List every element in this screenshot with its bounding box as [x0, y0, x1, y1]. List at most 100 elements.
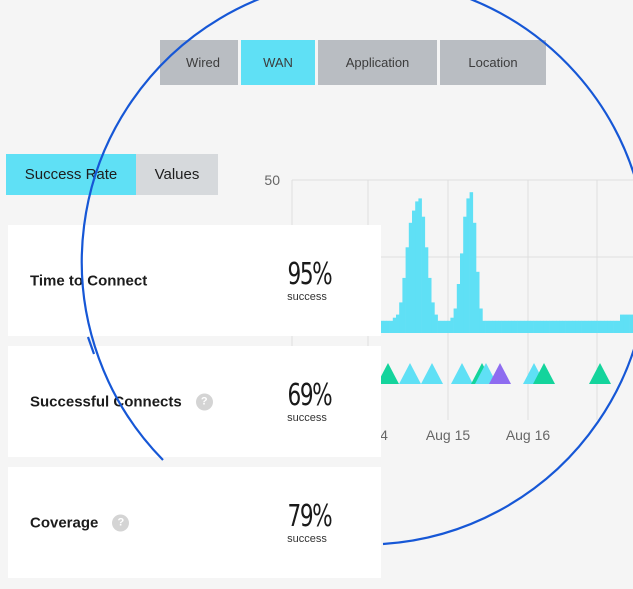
x-tick-label: Aug 15: [426, 427, 471, 443]
area-bar: [412, 210, 416, 333]
area-bar: [559, 320, 563, 333]
area-bar: [616, 320, 621, 333]
area-bar: [600, 320, 605, 333]
area-bar: [402, 277, 406, 333]
successful-connects-label: Successful Connects ?: [30, 393, 213, 410]
area-bar: [578, 320, 582, 333]
area-bar: [421, 216, 426, 333]
area-bar: [392, 317, 397, 333]
x-tick-label: Aug 16: [506, 427, 551, 443]
successful-connects-unit: success: [287, 411, 327, 424]
area-bar: [495, 320, 499, 333]
area-bar: [572, 320, 576, 333]
area-bar: [488, 320, 493, 333]
area-bar: [424, 247, 429, 333]
area-bar: [466, 198, 470, 333]
area-bar: [552, 320, 557, 333]
area-bar: [511, 320, 515, 333]
area-bar: [469, 192, 474, 333]
area-bar: [517, 320, 522, 333]
coverage-label: Coverage ?: [30, 514, 130, 531]
area-bar: [501, 320, 506, 333]
tab-wan[interactable]: WAN: [241, 40, 315, 85]
area-bar: [456, 284, 461, 333]
coverage-unit: success: [287, 532, 327, 545]
chart-event-markers: [377, 363, 611, 384]
area-bar: [607, 320, 611, 333]
successful-connects-metric: 69% success: [280, 377, 334, 424]
area-bar: [549, 320, 554, 333]
coverage-metric: 79% success: [280, 498, 334, 545]
time-to-connect-unit: success: [287, 290, 327, 303]
area-bar: [434, 314, 438, 333]
area-bar: [620, 314, 624, 333]
area-bar: [415, 201, 419, 333]
area-bar: [472, 222, 477, 333]
time-to-connect-card[interactable]: Time to Connect 95% success: [8, 225, 381, 336]
area-bar: [591, 320, 595, 333]
tab-location[interactable]: Location: [440, 40, 546, 85]
area-bar: [581, 320, 586, 333]
event-marker[interactable]: [399, 363, 421, 384]
x-tick-label: 4: [380, 427, 388, 443]
area-bar: [527, 320, 531, 333]
successful-connects-label-text: Successful Connects: [30, 393, 182, 410]
area-bar: [562, 320, 566, 333]
event-marker[interactable]: [589, 363, 611, 384]
values-toggle-button[interactable]: Values: [136, 154, 218, 195]
area-bar: [610, 320, 614, 333]
area-bar: [437, 320, 442, 333]
area-bar: [604, 320, 608, 333]
area-bar: [492, 320, 496, 333]
area-bar: [453, 308, 458, 333]
y-tick-label: 50: [264, 172, 280, 188]
event-marker[interactable]: [489, 363, 511, 384]
tab-application[interactable]: Application: [318, 40, 437, 85]
area-bar: [504, 320, 509, 333]
area-bar: [514, 320, 518, 333]
area-bar: [463, 216, 467, 333]
area-bar: [405, 247, 410, 333]
area-bar: [520, 320, 525, 333]
area-bar: [626, 314, 630, 333]
area-bar: [629, 314, 633, 333]
area-bar: [588, 320, 592, 333]
area-bar: [533, 320, 538, 333]
event-marker[interactable]: [451, 363, 473, 384]
coverage-label-text: Coverage: [30, 514, 99, 531]
area-bar: [543, 320, 547, 333]
coverage-value: 79%: [287, 498, 333, 534]
area-bar: [594, 320, 598, 333]
chart-area-series: [380, 192, 633, 333]
area-bar: [444, 320, 448, 333]
area-bar: [613, 320, 618, 333]
area-bar: [565, 320, 570, 333]
area-bar: [408, 222, 413, 333]
time-to-connect-metric: 95% success: [280, 256, 334, 303]
time-to-connect-value: 95%: [287, 256, 333, 292]
area-bar: [389, 320, 394, 333]
area-bar: [396, 314, 400, 333]
successful-connects-value: 69%: [287, 377, 333, 413]
area-bar: [479, 308, 483, 333]
area-bar: [540, 320, 544, 333]
area-bar: [508, 320, 512, 333]
area-bar: [556, 320, 560, 333]
area-bar: [476, 271, 480, 333]
area-bar: [530, 320, 534, 333]
event-marker[interactable]: [421, 363, 443, 384]
area-bar: [623, 314, 627, 333]
area-bar: [418, 198, 422, 333]
help-icon[interactable]: ?: [112, 514, 130, 531]
area-bar: [568, 320, 573, 333]
success-rate-toggle-button[interactable]: Success Rate: [6, 154, 136, 195]
tab-wired[interactable]: Wired: [160, 40, 238, 85]
area-bar: [536, 320, 541, 333]
area-bar: [447, 320, 451, 333]
area-bar: [584, 320, 589, 333]
area-bar: [597, 320, 602, 333]
help-icon[interactable]: ?: [195, 393, 213, 410]
successful-connects-card[interactable]: Successful Connects ? 69% success: [8, 346, 381, 457]
coverage-card[interactable]: Coverage ? 79% success: [8, 467, 381, 578]
area-bar: [450, 317, 454, 333]
